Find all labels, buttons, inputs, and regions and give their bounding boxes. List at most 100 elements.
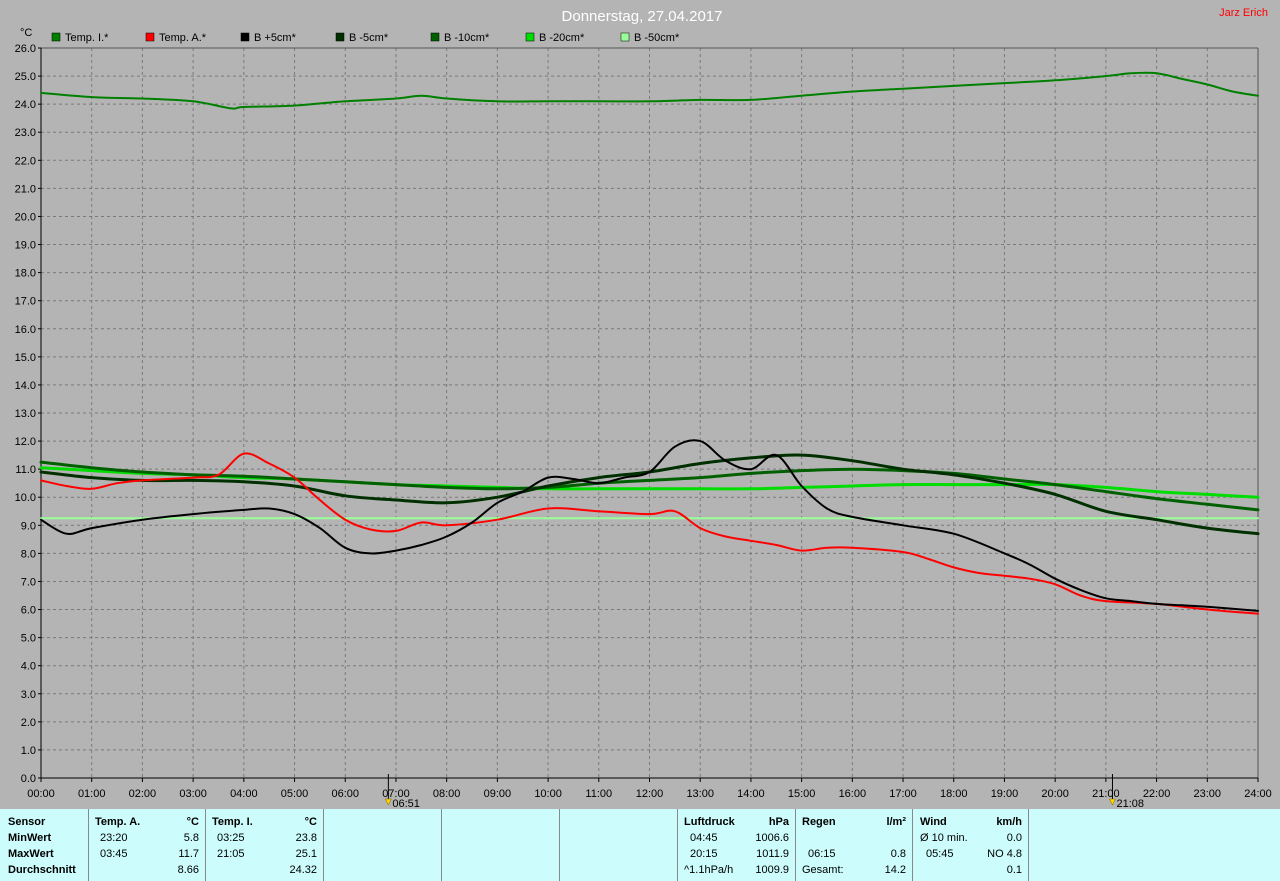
pressure-max-time: 20:15 bbox=[690, 848, 718, 860]
x-tick-label: 12:00 bbox=[636, 788, 664, 800]
x-tick-label: 09:00 bbox=[484, 788, 512, 800]
pressure-header: Luftdruck bbox=[684, 816, 735, 828]
legend-swatch bbox=[620, 32, 630, 42]
wind-column: Wind km/h Ø 10 min. 0.0 05:45 NO 4.8 0.1 bbox=[913, 809, 1029, 881]
legend-label: B +5cm* bbox=[254, 32, 297, 44]
temp-i-min-time: 03:25 bbox=[217, 832, 245, 844]
y-tick-label: 14.0 bbox=[15, 380, 36, 392]
y-tick-label: 24.0 bbox=[15, 99, 36, 111]
y-tick-label: 4.0 bbox=[21, 661, 36, 673]
sun-marker-icon bbox=[384, 798, 392, 806]
x-tick-label: 04:00 bbox=[230, 788, 258, 800]
temp-a-max-value: 11.7 bbox=[178, 848, 199, 860]
legend-swatch bbox=[240, 32, 250, 42]
x-tick-label: 16:00 bbox=[839, 788, 867, 800]
wind-unit: km/h bbox=[996, 816, 1022, 828]
sensor-column: Sensor MinWert MaxWert Durchschnitt bbox=[0, 809, 89, 881]
empty-column-3 bbox=[560, 809, 678, 881]
temp-i-max-time: 21:05 bbox=[217, 848, 245, 860]
y-tick-label: 12.0 bbox=[15, 436, 36, 448]
pressure-unit: hPa bbox=[768, 816, 789, 828]
author-label: Jarz Erich bbox=[1219, 7, 1268, 19]
y-tick-label: 3.0 bbox=[21, 689, 36, 701]
pressure-min-time: 04:45 bbox=[690, 832, 718, 844]
legend-swatch bbox=[145, 32, 155, 42]
rain-header: Regen bbox=[802, 816, 836, 828]
sun-marker-label: 21:08 bbox=[1116, 798, 1144, 809]
chart-title: Donnerstag, 27.04.2017 bbox=[562, 8, 723, 25]
legend-label: Temp. I.* bbox=[65, 32, 109, 44]
y-tick-label: 8.0 bbox=[21, 548, 36, 560]
x-tick-label: 13:00 bbox=[686, 788, 714, 800]
temp-i-header: Temp. I. bbox=[212, 816, 253, 828]
x-tick-label: 02:00 bbox=[129, 788, 157, 800]
y-tick-label: 15.0 bbox=[15, 352, 36, 364]
y-tick-label: 7.0 bbox=[21, 576, 36, 588]
minwert-label: MinWert bbox=[8, 832, 52, 844]
x-tick-label: 11:00 bbox=[585, 788, 612, 800]
rain-value: 0.8 bbox=[890, 848, 906, 860]
y-axis-unit: °C bbox=[20, 27, 32, 39]
pressure-column: Luftdruck hPa 04:45 1006.6 20:15 1011.9 … bbox=[678, 809, 796, 881]
y-tick-label: 18.0 bbox=[15, 268, 36, 280]
x-tick-label: 20:00 bbox=[1041, 788, 1069, 800]
temp-i-column: Temp. I. °C 03:25 23.8 21:05 25.1 24.32 bbox=[206, 809, 324, 881]
x-tick-label: 01:00 bbox=[78, 788, 106, 800]
rain-time: 06:15 bbox=[808, 848, 836, 860]
x-tick-label: 15:00 bbox=[788, 788, 816, 800]
temp-a-unit: °C bbox=[186, 816, 199, 828]
rain-total-value: 14.2 bbox=[884, 864, 906, 876]
x-tick-label: 17:00 bbox=[889, 788, 917, 800]
y-tick-label: 10.0 bbox=[15, 492, 36, 504]
temp-a-header: Temp. A. bbox=[95, 816, 141, 828]
temp-i-max-value: 25.1 bbox=[295, 848, 317, 860]
empty-column-1 bbox=[324, 809, 442, 881]
wind-current: 0.1 bbox=[1006, 864, 1022, 876]
legend-label: Temp. A.* bbox=[159, 32, 207, 44]
x-axis-ticks: 00:00 01:00 02:00 03:00 04:00 05:00 06:00 07:00… bbox=[27, 778, 1272, 800]
x-tick-label: 05:00 bbox=[281, 788, 309, 800]
legend-swatch bbox=[51, 32, 61, 42]
y-tick-label: 6.0 bbox=[21, 605, 36, 617]
x-tick-label: 18:00 bbox=[940, 788, 968, 800]
wind-max-value: NO 4.8 bbox=[987, 848, 1022, 860]
temp-a-min-time: 23:20 bbox=[100, 832, 128, 844]
y-tick-label: 2.0 bbox=[21, 717, 36, 729]
rain-unit: l/m² bbox=[886, 816, 906, 828]
y-tick-label: 26.0 bbox=[15, 43, 36, 55]
pressure-min-value: 1006.6 bbox=[755, 832, 789, 844]
wind-max-time: 05:45 bbox=[926, 848, 954, 860]
wind-avg-value: 0.0 bbox=[1006, 832, 1022, 844]
legend-label: B -10cm* bbox=[444, 32, 490, 44]
x-tick-label: 19:00 bbox=[991, 788, 1019, 800]
x-tick-label: 06:00 bbox=[331, 788, 359, 800]
temp-a-min-value: 5.8 bbox=[183, 832, 199, 844]
legend-label: B -50cm* bbox=[634, 32, 680, 44]
temp-i-min-value: 23.8 bbox=[295, 832, 317, 844]
x-tick-label: 14:00 bbox=[737, 788, 765, 800]
legend-swatch bbox=[525, 32, 535, 42]
y-axis-ticks: 0.0 1.0 2.0 3.0 4.0 5.0 6.0 7.0 8.0 9.0 10.0 11.0 12… bbox=[15, 43, 41, 785]
y-tick-label: 0.0 bbox=[21, 773, 36, 785]
temperature-chart: Donnerstag, 27.04.2017 Jarz Erich °C Tem… bbox=[15, 7, 1272, 809]
x-tick-label: 08:00 bbox=[433, 788, 461, 800]
temp-a-max-time: 03:45 bbox=[100, 848, 128, 860]
wind-avg-label: Ø 10 min. bbox=[920, 832, 968, 844]
empty-column-2 bbox=[442, 809, 560, 881]
legend-label: B -5cm* bbox=[349, 32, 389, 44]
y-tick-label: 5.0 bbox=[21, 633, 36, 645]
y-tick-label: 11.0 bbox=[15, 464, 36, 476]
temp-a-column: Temp. A. °C 23:20 5.8 03:45 11.7 8.66 bbox=[89, 809, 206, 881]
x-tick-label: 23:00 bbox=[1194, 788, 1222, 800]
x-tick-label: 24:00 bbox=[1244, 788, 1272, 800]
sun-marker-label: 06:51 bbox=[392, 798, 420, 809]
sun-marker-icon bbox=[1109, 798, 1116, 806]
maxwert-label: MaxWert bbox=[8, 848, 54, 860]
y-tick-label: 9.0 bbox=[21, 520, 36, 532]
pressure-current: 1009.9 bbox=[755, 864, 789, 876]
x-tick-label: 10:00 bbox=[534, 788, 562, 800]
legend-label: B -20cm* bbox=[539, 32, 585, 44]
y-tick-label: 23.0 bbox=[15, 127, 36, 139]
x-tick-label: 03:00 bbox=[179, 788, 207, 800]
temp-i-avg-value: 24.32 bbox=[289, 864, 317, 876]
